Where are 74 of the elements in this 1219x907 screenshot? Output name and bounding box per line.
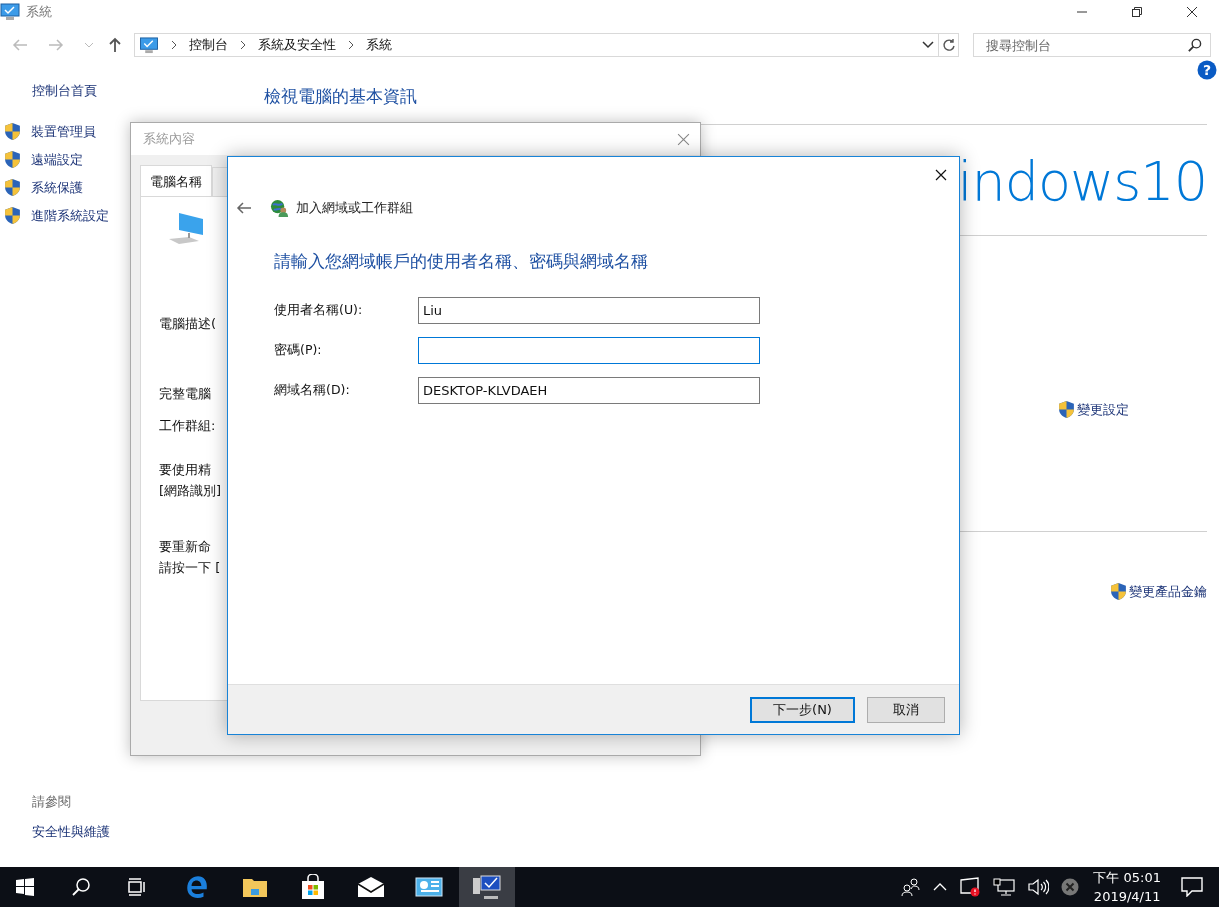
close-icon (1185, 6, 1198, 18)
section-heading: 請參閱 (32, 793, 72, 811)
help-icon[interactable]: ? (1197, 60, 1217, 80)
folder-icon[interactable] (242, 876, 268, 898)
sidebar-link[interactable]: 裝置管理員 (31, 122, 96, 141)
computer-icon (139, 36, 159, 54)
instruction-heading: 請輸入您網域帳戶的使用者名稱、密碼與網域名稱 (274, 251, 649, 273)
notification-icon[interactable] (1181, 877, 1203, 897)
refresh-button[interactable] (939, 33, 959, 57)
sidebar-link[interactable]: 控制台首頁 (32, 82, 264, 100)
dialog-text: 電腦描述( (159, 315, 217, 333)
change-settings-link[interactable]: 變更設定 (1077, 400, 1129, 419)
search-icon[interactable] (71, 877, 91, 897)
sidebar-link[interactable]: 遠端設定 (31, 150, 83, 169)
sidebar-link[interactable]: 安全性與維護 (32, 823, 264, 841)
input-field[interactable]: Liu (418, 297, 760, 324)
browser-icon[interactable] (184, 874, 210, 900)
shield-icon (4, 122, 21, 141)
search-icon (1187, 37, 1202, 53)
chevron-right-icon (348, 40, 354, 50)
breadcrumb-item[interactable]: 系統 (366, 36, 392, 54)
breadcrumb-item[interactable]: 控制台 (189, 36, 228, 54)
chevron-right-icon (171, 40, 177, 50)
restore-icon (1130, 6, 1143, 18)
control-panel-icon[interactable] (415, 876, 443, 898)
dialog-text: 要使用精 (159, 461, 211, 479)
page-heading: 檢視電腦的基本資訊 (264, 85, 417, 108)
chevron-down-icon[interactable] (922, 41, 934, 49)
field-label: 使用者名稱(U): (274, 302, 364, 319)
computer-icon[interactable] (472, 874, 502, 900)
dialog-title: 加入網域或工作群組 (296, 199, 413, 217)
sidebar-link[interactable]: 系統保護 (31, 178, 83, 197)
chevron-right-icon (240, 40, 246, 50)
shield-icon (1058, 400, 1075, 419)
speaker-icon[interactable] (1027, 878, 1050, 896)
input-field[interactable]: DESKTOP-KLVDAEH (418, 377, 760, 404)
chevron-up-icon[interactable] (933, 883, 948, 891)
window-title: 系統 (26, 3, 52, 21)
shield-icon (1110, 582, 1127, 601)
shield-icon (4, 206, 21, 225)
start-icon[interactable] (15, 877, 35, 897)
dialog-title: 系統內容 (143, 130, 195, 148)
dialog-text: 請按一下 [ (159, 559, 221, 577)
dialog-text: 工作群組: (159, 417, 216, 435)
address-bar[interactable]: 控制台 系統及安全性 系統 (134, 33, 939, 57)
back-arrow-icon[interactable] (236, 202, 252, 214)
refresh-icon (941, 38, 956, 52)
shield-icon (4, 178, 21, 197)
clock[interactable]: 下午 05:01 2019/4/11 (1093, 868, 1161, 906)
up-arrow-icon[interactable] (108, 37, 122, 53)
field-label: 密碼(P): (274, 342, 323, 359)
dialog-text: [網路識別] (159, 482, 222, 500)
network-icon[interactable] (993, 878, 1016, 896)
field-label: 網域名稱(D): (274, 382, 351, 399)
shield-icon (4, 150, 21, 169)
sidebar-link[interactable]: 進階系統設定 (31, 206, 109, 225)
shopping-bag-icon[interactable] (300, 874, 326, 900)
change-product-key-link[interactable]: 變更產品金鑰 (1129, 582, 1207, 601)
dialog-button[interactable]: 下一步(N) (750, 696, 855, 723)
envelope-icon[interactable] (357, 876, 385, 898)
search-box[interactable]: 搜尋控制台 (973, 33, 1211, 57)
tab[interactable]: 電腦名稱 (140, 165, 212, 196)
input-field[interactable] (418, 337, 760, 364)
people-icon[interactable] (901, 878, 922, 896)
close-icon[interactable] (935, 169, 947, 181)
error-circle-icon[interactable] (1061, 878, 1080, 896)
dialog-text: 要重新命 (159, 538, 211, 556)
network-user-icon (270, 198, 289, 218)
warning-monitor-icon[interactable] (959, 877, 982, 897)
dialog-button[interactable]: 取消 (867, 696, 945, 723)
windows-logo-text: indows10 (957, 149, 1207, 215)
task-view-icon[interactable] (127, 877, 147, 897)
dialog-text: 完整電腦 (159, 385, 211, 403)
breadcrumb-item[interactable]: 系統及安全性 (258, 36, 336, 54)
